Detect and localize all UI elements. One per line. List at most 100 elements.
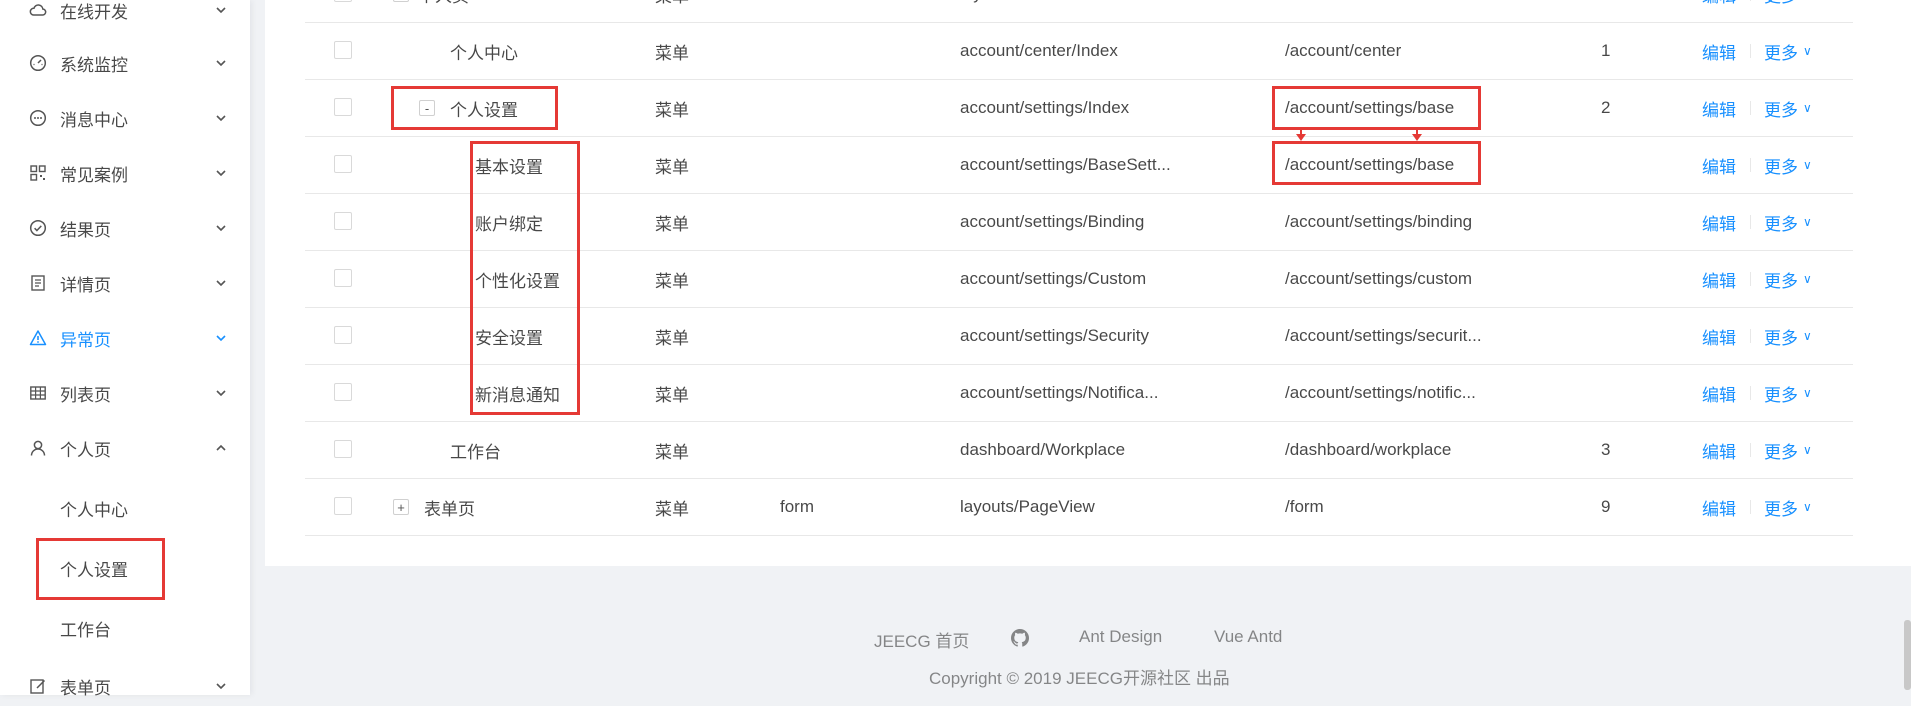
chevron-down-icon: ∨ (1803, 500, 1812, 514)
table-row: - 个人设置 菜单 account/settings/Index /accoun… (305, 80, 1853, 137)
row-checkbox[interactable] (334, 326, 352, 344)
more-label: 更多 (1764, 214, 1798, 234)
sidebar-item-common-cases[interactable]: 常见案例 (0, 153, 250, 193)
sidebar-item-exception-page[interactable]: 异常页 (0, 318, 250, 358)
more-dropdown[interactable]: 更多 ∨ (1764, 422, 1812, 478)
row-checkbox[interactable] (334, 212, 352, 230)
row-component: account/settings/Notifica... (960, 383, 1159, 402)
row-type: 菜单 (655, 157, 689, 177)
divider (1750, 443, 1751, 457)
row-checkbox[interactable] (334, 41, 352, 59)
row-type: 菜单 (655, 271, 689, 291)
row-expander[interactable] (393, 0, 409, 2)
row-expander[interactable]: + (393, 499, 409, 515)
more-dropdown[interactable]: 更多 ∨ (1764, 194, 1812, 250)
more-label: 更多 (1764, 157, 1798, 177)
row-checkbox[interactable] (334, 155, 352, 173)
scrollbar[interactable] (1904, 620, 1911, 690)
check-circle-icon (29, 219, 47, 237)
sidebar-item-form-page[interactable]: 表单页 (0, 666, 250, 706)
row-path: /account (1285, 0, 1349, 22)
more-label: 更多 (1764, 499, 1798, 519)
chevron-down-icon: ∨ (1803, 101, 1812, 115)
user-icon (29, 439, 47, 457)
row-type: 菜单 (655, 385, 689, 405)
row-checkbox[interactable] (334, 269, 352, 287)
row-sort: 9 (1601, 497, 1611, 516)
row-checkbox[interactable] (334, 383, 352, 401)
sidebar-item-list-page[interactable]: 列表页 (0, 373, 250, 413)
table-row: 账户绑定 菜单 account/settings/Binding /accoun… (305, 194, 1853, 251)
more-dropdown[interactable]: 更多 ∨ (1764, 80, 1812, 136)
edit-link[interactable]: 编辑 (1702, 23, 1736, 79)
row-component: account/settings/Custom (960, 269, 1147, 288)
edit-link[interactable]: 编辑 (1702, 0, 1736, 22)
row-checkbox[interactable] (334, 98, 352, 116)
chevron-down-icon: ∨ (1803, 44, 1812, 58)
row-name: 新消息通知 (475, 385, 560, 405)
row-type: 菜单 (655, 442, 689, 462)
divider (1750, 386, 1751, 400)
chevron-down-icon (216, 390, 226, 397)
qrcode-icon (29, 164, 47, 182)
row-checkbox[interactable] (334, 440, 352, 458)
divider (1750, 329, 1751, 343)
row-path: /account/center (1285, 41, 1402, 60)
sidebar-item-personal-page[interactable]: 个人页 (0, 428, 250, 468)
more-label: 更多 (1764, 100, 1798, 120)
more-dropdown[interactable]: 更多 ∨ (1764, 308, 1812, 364)
edit-link[interactable]: 编辑 (1702, 194, 1736, 250)
row-type: 菜单 (655, 214, 689, 234)
chevron-down-icon (216, 683, 226, 690)
row-checkbox[interactable] (334, 0, 352, 2)
more-dropdown[interactable]: 更多 ∨ (1764, 479, 1812, 535)
edit-link[interactable]: 编辑 (1702, 479, 1736, 535)
sidebar-subitem-personal-settings[interactable]: 个人设置 (0, 548, 250, 588)
sidebar-subitem-personal-center[interactable]: 个人中心 (0, 488, 250, 528)
more-dropdown[interactable]: 更多 ∨ (1764, 251, 1812, 307)
edit-link[interactable]: 编辑 (1702, 422, 1736, 478)
edit-link[interactable]: 编辑 (1702, 308, 1736, 364)
more-label: 更多 (1764, 43, 1798, 63)
table-row: 个人页 菜单 user layouts/RouteView /account 9… (305, 0, 1853, 23)
row-component: account/settings/BaseSett... (960, 155, 1171, 174)
row-path: /account/settings/notific... (1285, 383, 1476, 402)
github-icon[interactable] (1011, 629, 1029, 647)
row-path: /form (1285, 497, 1324, 516)
edit-link[interactable]: 编辑 (1702, 80, 1736, 136)
more-dropdown[interactable]: 更多 ∨ (1764, 137, 1812, 193)
row-type: 菜单 (655, 328, 689, 348)
chevron-down-icon (216, 335, 226, 342)
sidebar-item-label: 列表页 (60, 385, 111, 405)
row-path: /account/settings/securit... (1285, 326, 1482, 345)
sidebar-item-detail-page[interactable]: 详情页 (0, 263, 250, 303)
chevron-down-icon (216, 225, 226, 232)
footer-link-ant-design[interactable]: Ant Design (1079, 627, 1162, 647)
sidebar-item-result-page[interactable]: 结果页 (0, 208, 250, 248)
sidebar-item-online-dev[interactable]: 在线开发 (0, 0, 250, 30)
more-dropdown[interactable]: 更多 (1764, 0, 1798, 22)
chevron-up-icon (216, 444, 226, 451)
footer-link-vue-antd[interactable]: Vue Antd (1214, 627, 1282, 647)
row-name: 工作台 (450, 442, 501, 462)
sidebar: 在线开发 系统监控 消息中心 常见案例 结果页 详情页 异常页 列表页 个人页 (0, 0, 250, 698)
edit-link[interactable]: 编辑 (1702, 251, 1736, 307)
divider (1750, 272, 1751, 286)
chevron-down-icon: ∨ (1803, 215, 1812, 229)
more-dropdown[interactable]: 更多 ∨ (1764, 365, 1812, 421)
edit-link[interactable]: 编辑 (1702, 137, 1736, 193)
row-sort: 1 (1601, 41, 1611, 60)
more-dropdown[interactable]: 更多 ∨ (1764, 23, 1812, 79)
footer-link-jeecg[interactable]: JEECG 首页 (874, 627, 969, 652)
row-type: 菜单 (655, 0, 689, 22)
row-type: 菜单 (655, 499, 689, 519)
sidebar-item-system-monitor[interactable]: 系统监控 (0, 43, 250, 83)
row-expander[interactable]: - (419, 100, 435, 116)
edit-link[interactable]: 编辑 (1702, 365, 1736, 421)
chevron-down-icon (216, 7, 226, 14)
message-icon (29, 109, 47, 127)
divider (1750, 101, 1751, 115)
table-row: 基本设置 菜单 account/settings/BaseSett... /ac… (305, 137, 1853, 194)
row-checkbox[interactable] (334, 497, 352, 515)
sidebar-item-message-center[interactable]: 消息中心 (0, 98, 250, 138)
